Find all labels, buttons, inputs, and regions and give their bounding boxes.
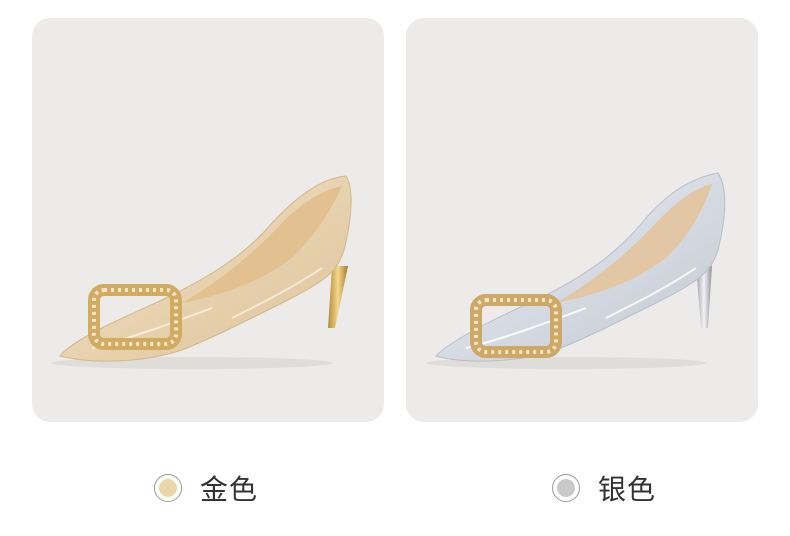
silver-swatch-dot [557,479,575,497]
color-option-gold[interactable]: 金色 [154,468,258,508]
gold-swatch-dot [159,479,177,497]
silver-shoe-image [426,172,726,369]
color-label-gold: 金色 [200,473,259,506]
gold-shoe-image [52,175,352,369]
silver-swatch-radio[interactable] [552,474,580,502]
product-image-gold [32,18,384,422]
gold-swatch-radio[interactable] [154,474,182,502]
product-image-silver [406,18,758,422]
color-option-silver[interactable]: 银色 [552,468,656,508]
color-label-silver: 银色 [598,473,657,506]
